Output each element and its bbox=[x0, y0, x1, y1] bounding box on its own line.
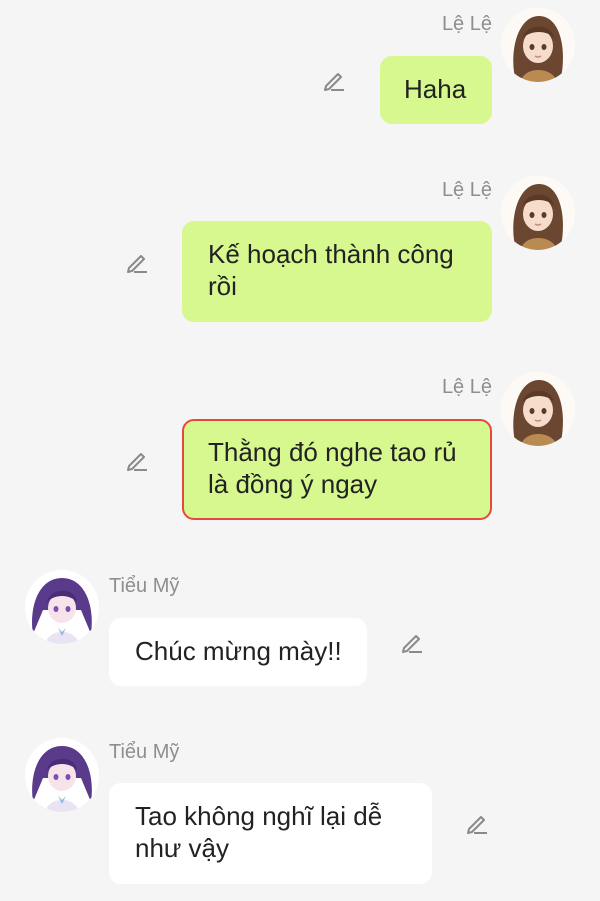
message-bubble[interactable]: Haha bbox=[380, 56, 492, 124]
avatar-tieu-my[interactable] bbox=[25, 738, 99, 812]
pencil-icon[interactable] bbox=[123, 249, 151, 277]
message-text: Chúc mừng mày!! bbox=[135, 636, 342, 666]
message-bubble[interactable]: Kế hoạch thành công rồi bbox=[182, 221, 492, 322]
avatar-le-le-image bbox=[501, 8, 575, 82]
message-row: Lệ Lệ Haha bbox=[0, 0, 600, 140]
message-text: Tao không nghĩ lại dễ như vậy bbox=[135, 801, 383, 863]
avatar-le-le[interactable] bbox=[501, 176, 575, 250]
avatar-le-le-image bbox=[501, 176, 575, 250]
avatar-tieu-my-image bbox=[25, 738, 99, 812]
pencil-icon[interactable] bbox=[398, 629, 426, 657]
message-row: Tiểu Mỹ Tao không nghĩ lại dễ như vậy bbox=[0, 732, 600, 901]
sender-name: Tiểu Mỹ bbox=[109, 741, 180, 763]
message-text: Kế hoạch thành công rồi bbox=[208, 239, 454, 301]
message-text: Thằng đó nghe tao rủ là đồng ý ngay bbox=[208, 437, 457, 499]
message-row: Lệ Lệ Kế hoạch thành công rồi bbox=[0, 168, 600, 338]
message-row: Lệ Lệ Thằng đó nghe tao rủ là đồng ý nga… bbox=[0, 366, 600, 536]
sender-name: Lệ Lệ bbox=[441, 13, 492, 35]
message-bubble-selected[interactable]: Thằng đó nghe tao rủ là đồng ý ngay bbox=[182, 419, 492, 520]
message-row: Tiểu Mỹ Chúc mừng mày!! bbox=[0, 566, 600, 706]
sender-name: Tiểu Mỹ bbox=[109, 575, 180, 597]
sender-name: Lệ Lệ bbox=[441, 376, 492, 398]
sender-name: Lệ Lệ bbox=[441, 179, 492, 201]
avatar-le-le-image bbox=[501, 372, 575, 446]
avatar-le-le[interactable] bbox=[501, 8, 575, 82]
avatar-tieu-my[interactable] bbox=[25, 570, 99, 644]
pencil-icon[interactable] bbox=[463, 810, 491, 838]
avatar-tieu-my-image bbox=[25, 570, 99, 644]
message-text: Haha bbox=[404, 74, 467, 104]
pencil-icon[interactable] bbox=[320, 67, 348, 95]
pencil-icon[interactable] bbox=[123, 447, 151, 475]
avatar-le-le[interactable] bbox=[501, 372, 575, 446]
message-bubble[interactable]: Chúc mừng mày!! bbox=[109, 618, 367, 686]
message-bubble[interactable]: Tao không nghĩ lại dễ như vậy bbox=[109, 783, 432, 884]
